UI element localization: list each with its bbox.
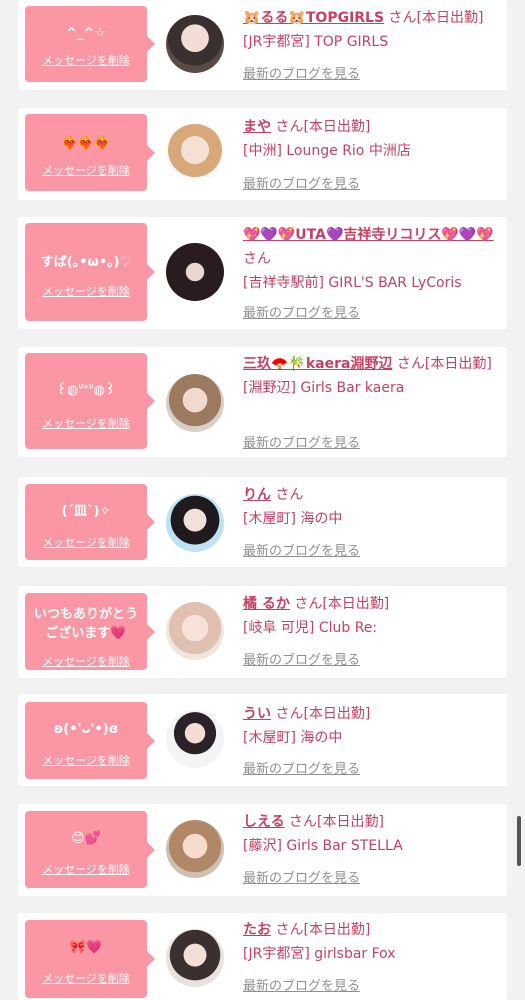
avatar[interactable] bbox=[166, 124, 224, 182]
status-text: さん[本日出勤] bbox=[275, 119, 371, 135]
message-text: (ˊ皿ˋ)✧ bbox=[61, 504, 111, 519]
latest-blog-link[interactable]: 最新のブログを見る bbox=[243, 432, 360, 451]
delete-message-link[interactable]: メッセージを削除 bbox=[25, 752, 147, 768]
shop-name: [藤沢] Girls Bar STELLA bbox=[243, 838, 403, 854]
shop-name: [木屋町] 海の中 bbox=[243, 730, 343, 746]
latest-blog-link[interactable]: 最新のブログを見る bbox=[243, 540, 360, 559]
avatar[interactable] bbox=[166, 15, 224, 73]
status-text: さん[本日出勤] bbox=[275, 706, 371, 722]
status-text: さん[本日出勤] bbox=[388, 10, 484, 26]
message-bubble: 🎀💗 メッセージを削除 bbox=[25, 920, 155, 998]
delete-message-link[interactable]: メッセージを削除 bbox=[25, 653, 147, 669]
shop-name: [木屋町] 海の中 bbox=[243, 511, 343, 527]
delete-message-link[interactable]: メッセージを削除 bbox=[25, 970, 147, 986]
latest-blog-link[interactable]: 最新のブログを見る bbox=[243, 63, 360, 82]
delete-message-link[interactable]: メッセージを削除 bbox=[25, 534, 147, 550]
cast-name-link[interactable]: しえる bbox=[243, 814, 285, 830]
shop-name: [淵野辺] Girls Bar kaera bbox=[243, 380, 405, 396]
latest-blog-link[interactable]: 最新のブログを見る bbox=[243, 758, 360, 777]
shop-name: [JR宇都宮] girlsbar Fox bbox=[243, 946, 396, 962]
message-bubble: 😊💕 メッセージを削除 bbox=[25, 811, 155, 888]
avatar[interactable] bbox=[166, 820, 224, 878]
shop-name: [JR宇都宮] TOP GIRLS bbox=[243, 34, 389, 50]
message-text: ^_^☆ bbox=[66, 26, 106, 41]
list-item: いつもありがとうございます💗 メッセージを削除 橘 るか さん[本日出勤] [岐… bbox=[18, 586, 507, 678]
list-item: すば(｡•ω•｡)♡ メッセージを削除 💖💜💖UTA💜吉祥寺リコリス💖💜💖 さん… bbox=[18, 217, 507, 329]
status-text: さん[本日出勤] bbox=[289, 814, 384, 830]
avatar[interactable] bbox=[166, 374, 224, 432]
message-bubble: すば(｡•ω•｡)♡ メッセージを削除 bbox=[25, 223, 155, 321]
message-bubble: ʚ(•'ᴗ'•)ɞ メッセージを削除 bbox=[25, 702, 155, 779]
message-text: すば(｡•ω•｡)♡ bbox=[40, 255, 132, 270]
avatar[interactable] bbox=[166, 494, 224, 552]
message-text: 😊💕 bbox=[71, 831, 101, 846]
latest-blog-link[interactable]: 最新のブログを見る bbox=[243, 867, 360, 886]
latest-blog-link[interactable]: 最新のブログを見る bbox=[243, 975, 360, 994]
latest-blog-link[interactable]: 最新のブログを見る bbox=[243, 649, 360, 668]
avatar[interactable] bbox=[166, 929, 224, 987]
list-item: (ˊ皿ˋ)✧ メッセージを削除 りん さん [木屋町] 海の中 最新のブログを見… bbox=[18, 477, 507, 567]
scrollbar[interactable] bbox=[517, 816, 521, 866]
list-item: 😊💕 メッセージを削除 しえる さん[本日出勤] [藤沢] Girls Bar … bbox=[18, 804, 507, 896]
status-text: さん bbox=[275, 487, 304, 503]
shop-name: [中洲] Lounge Rio 中洲店 bbox=[243, 143, 411, 159]
delete-message-link[interactable]: メッセージを削除 bbox=[25, 283, 147, 299]
list-item: ꒰◍ᐡᐤᐡ◍꒱ メッセージを削除 三玖🪭🎋kaera淵野辺 さん[本日出勤] [… bbox=[18, 347, 507, 457]
delete-message-link[interactable]: メッセージを削除 bbox=[25, 861, 147, 877]
list-item: 🎀💗 メッセージを削除 たお さん[本日出勤] [JR宇都宮] girlsbar… bbox=[18, 913, 507, 1000]
cast-name-link[interactable]: 橘 るか bbox=[243, 596, 290, 612]
cast-name-link[interactable]: 💖💜💖UTA💜吉祥寺リコリス💖💜💖 bbox=[243, 227, 494, 243]
avatar[interactable] bbox=[166, 602, 224, 660]
list-item: ^_^☆ メッセージを削除 🐹るる🐹TOPGIRLS さん[本日出勤] [JR宇… bbox=[18, 0, 507, 90]
message-text: いつもありがとうございます💗 bbox=[33, 607, 138, 641]
cast-name-link[interactable]: たお bbox=[243, 922, 271, 938]
avatar[interactable] bbox=[166, 243, 224, 301]
message-text: ❤️‍🔥❤️‍🔥❤️‍🔥 bbox=[61, 136, 111, 151]
delete-message-link[interactable]: メッセージを削除 bbox=[25, 52, 147, 68]
message-text: ꒰◍ᐡᐤᐡ◍꒱ bbox=[56, 383, 116, 398]
message-text: ʚ(•'ᴗ'•)ɞ bbox=[53, 722, 119, 737]
status-text: さん[本日出勤] bbox=[294, 596, 390, 612]
cast-name-link[interactable]: まや bbox=[243, 119, 271, 135]
status-text: さん[本日出勤] bbox=[275, 922, 371, 938]
latest-blog-link[interactable]: 最新のブログを見る bbox=[243, 173, 360, 192]
delete-message-link[interactable]: メッセージを削除 bbox=[25, 415, 147, 431]
message-bubble: ❤️‍🔥❤️‍🔥❤️‍🔥 メッセージを削除 bbox=[25, 114, 155, 191]
status-text: さん[本日出勤] bbox=[396, 356, 492, 372]
cast-name-link[interactable]: 🐹るる🐹TOPGIRLS bbox=[243, 10, 384, 26]
shop-name: [吉祥寺駅前] GIRL'S BAR LyCoris bbox=[243, 275, 462, 291]
status-text: さん bbox=[243, 251, 271, 267]
cast-name-link[interactable]: りん bbox=[243, 487, 271, 503]
list-item: ʚ(•'ᴗ'•)ɞ メッセージを削除 うい さん[本日出勤] [木屋町] 海の中… bbox=[18, 694, 507, 786]
cast-name-link[interactable]: 三玖🪭🎋kaera淵野辺 bbox=[243, 356, 392, 372]
cast-name-link[interactable]: うい bbox=[243, 706, 271, 722]
message-bubble: ꒰◍ᐡᐤᐡ◍꒱ メッセージを削除 bbox=[25, 353, 155, 449]
message-bubble: いつもありがとうございます💗 メッセージを削除 bbox=[25, 593, 155, 670]
message-bubble: (ˊ皿ˋ)✧ メッセージを削除 bbox=[25, 484, 155, 560]
avatar[interactable] bbox=[166, 710, 224, 768]
message-bubble: ^_^☆ メッセージを削除 bbox=[25, 6, 155, 82]
list-item: ❤️‍🔥❤️‍🔥❤️‍🔥 メッセージを削除 まや さん[本日出勤] [中洲] L… bbox=[18, 108, 507, 200]
delete-message-link[interactable]: メッセージを削除 bbox=[25, 162, 147, 178]
latest-blog-link[interactable]: 最新のブログを見る bbox=[243, 302, 360, 321]
message-text: 🎀💗 bbox=[69, 940, 103, 955]
shop-name: [岐阜 可児] Club Re: bbox=[243, 620, 378, 636]
